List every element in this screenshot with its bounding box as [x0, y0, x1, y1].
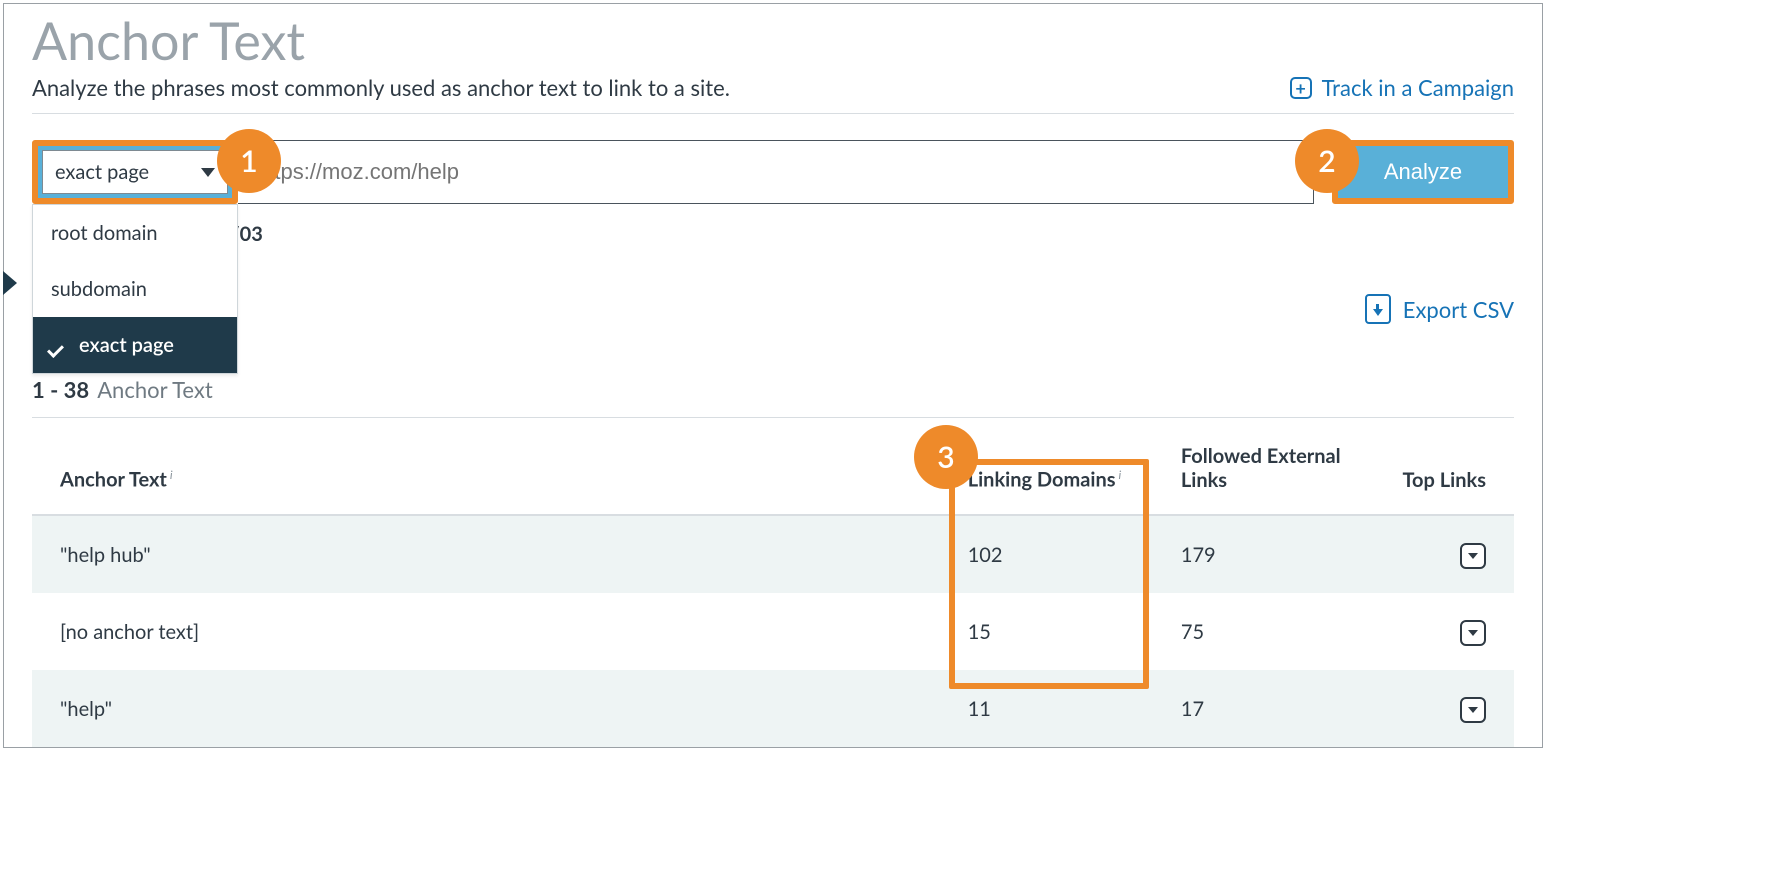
caret-down-icon: [201, 168, 215, 177]
result-count: 1 - 38 Anchor Text: [32, 376, 1514, 418]
export-row: Export CSV: [32, 294, 1514, 324]
export-csv-label: Export CSV: [1403, 296, 1514, 323]
step-badge-2: 2: [1295, 129, 1359, 193]
col-followed-links[interactable]: Followed External Links: [1169, 418, 1372, 515]
scope-highlight: exact page root domain subdomain exact p…: [32, 140, 238, 204]
scope-dropdown-menu: root domain subdomain exact page: [32, 204, 238, 374]
track-campaign-link[interactable]: + Track in a Campaign: [1290, 74, 1514, 101]
page-title: Anchor Text: [32, 10, 1514, 72]
check-icon: [51, 339, 69, 351]
page-container: Anchor Text Analyze the phrases most com…: [3, 3, 1543, 748]
url-input[interactable]: [238, 140, 1314, 204]
cell-followed: 17: [1169, 670, 1372, 747]
sidebar-expand-icon[interactable]: [3, 271, 17, 295]
cell-linking-domains: 102: [956, 515, 1169, 593]
step-badge-3: 3: [914, 425, 978, 489]
track-campaign-label: Track in a Campaign: [1322, 74, 1514, 101]
info-icon[interactable]: i: [1119, 467, 1122, 482]
subtitle-row: Analyze the phrases most commonly used a…: [32, 74, 1514, 114]
scope-option-label: subdomain: [51, 277, 147, 301]
info-icon[interactable]: i: [170, 467, 173, 482]
scope-option-exact-page[interactable]: exact page: [33, 317, 237, 373]
table-row: [no anchor text] 15 75: [32, 593, 1514, 670]
col-top-links: Top Links: [1372, 418, 1514, 515]
step-badge-1: 1: [217, 129, 281, 193]
plus-icon: +: [1290, 77, 1312, 99]
results-table: Anchor Texti Linking Domainsi Followed E…: [32, 418, 1514, 747]
result-range: 1 - 38: [32, 376, 89, 403]
scope-dropdown[interactable]: exact page: [42, 150, 228, 194]
export-csv-link[interactable]: Export CSV: [1365, 294, 1514, 324]
expand-button[interactable]: [1460, 543, 1486, 569]
analyze-highlight: Analyze: [1332, 140, 1514, 204]
scope-option-label: root domain: [51, 221, 158, 245]
scope-option-root-domain[interactable]: root domain: [33, 205, 237, 261]
cell-anchor: "help hub": [32, 515, 956, 593]
expand-button[interactable]: [1460, 697, 1486, 723]
cell-followed: 75: [1169, 593, 1372, 670]
download-icon: [1365, 294, 1391, 324]
expand-button[interactable]: [1460, 620, 1486, 646]
col-anchor-text[interactable]: Anchor Texti: [32, 418, 956, 515]
scope-selected-label: exact page: [55, 160, 149, 184]
caret-down-icon: [1468, 707, 1478, 713]
caret-down-icon: [1468, 630, 1478, 636]
cell-linking-domains: 15: [956, 593, 1169, 670]
col-linking-domains[interactable]: Linking Domainsi: [956, 418, 1169, 515]
cell-anchor: "help": [32, 670, 956, 747]
scope-option-label: exact page: [79, 333, 174, 357]
result-label: Anchor Text: [97, 376, 213, 403]
scope-option-subdomain[interactable]: subdomain: [33, 261, 237, 317]
analyze-button[interactable]: Analyze: [1338, 146, 1508, 198]
cell-anchor: [no anchor text]: [32, 593, 956, 670]
table-row: "help" 11 17: [32, 670, 1514, 747]
queries-remaining-text: eries available until 04/03: [32, 222, 1514, 246]
page-subtitle: Analyze the phrases most commonly used a…: [32, 74, 730, 101]
cell-linking-domains: 11: [956, 670, 1169, 747]
cell-followed: 179: [1169, 515, 1372, 593]
caret-down-icon: [1468, 553, 1478, 559]
table-row: "help hub" 102 179: [32, 515, 1514, 593]
